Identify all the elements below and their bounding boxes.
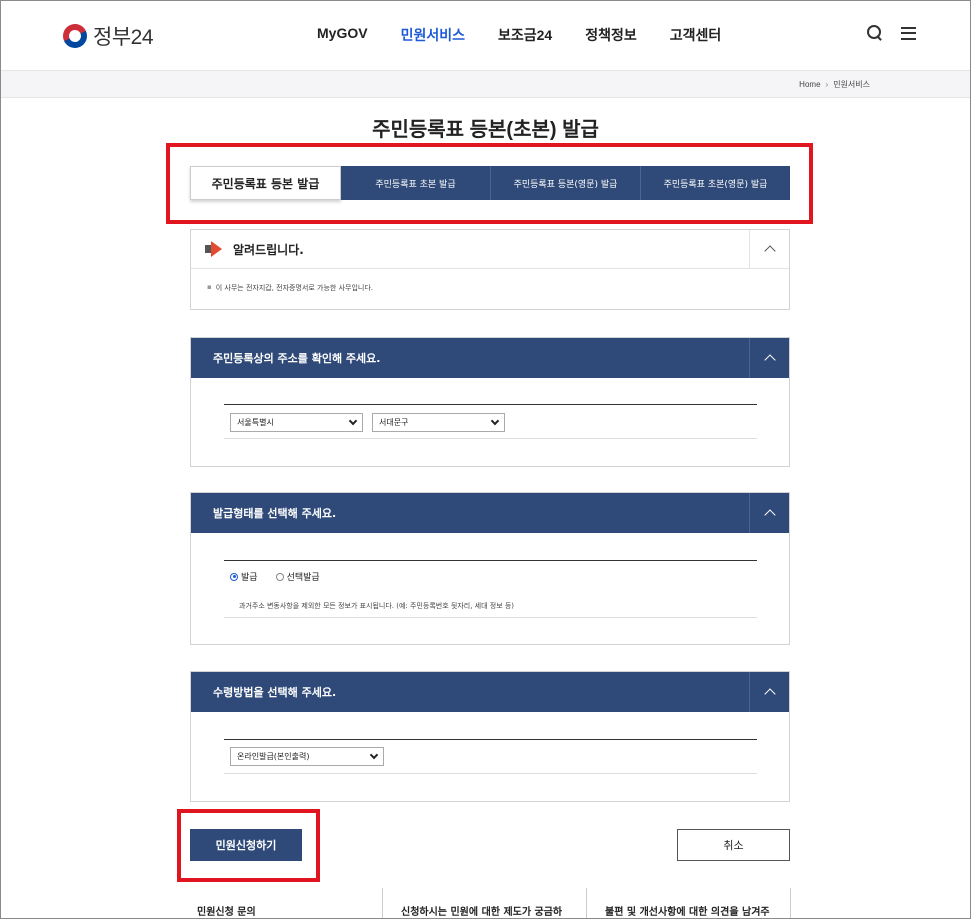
radio-selective-issue[interactable]: 선택발급 [275, 570, 320, 583]
notice-text: 이 사무는 전자지갑, 전자증명서로 가능한 사무입니다. [215, 284, 374, 292]
nav-civil-service[interactable]: 민원서비스 [401, 25, 465, 45]
notice-body: ▪ 이 사무는 전자지갑, 전자증명서로 가능한 사무입니다. [191, 269, 789, 293]
issue-type-description: 과거주소 변동사항을 제외한 모든 정보가 표시됩니다. (예: 주민등록번호 … [239, 602, 515, 610]
megaphone-icon [205, 241, 225, 257]
footer-system-info-link[interactable]: 신청하시는 민원에 대한 제도가 궁금하 [383, 888, 587, 918]
bullet-icon: ▪ [207, 283, 212, 291]
radio-unchecked-icon [275, 572, 284, 581]
radio-issue[interactable]: 발급 [230, 570, 258, 583]
issue-type-radio-group: 발급 선택발급 [230, 570, 320, 583]
cancel-button[interactable]: 취소 [677, 829, 790, 861]
notice-box: 알려드립니다. ▪ 이 사무는 전자지갑, 전자증명서로 가능한 사무입니다. [190, 229, 790, 310]
issue-type-section: 발급형태를 선택해 주세요. 발급 선택발급 과거주소 변동사항을 제외한 모든… [190, 492, 790, 645]
taegeuk-logo-icon [59, 20, 91, 52]
chevron-up-icon [763, 354, 776, 366]
district-select[interactable]: 서대문구 [372, 413, 505, 432]
tab-resident-abstract-english[interactable]: 주민등록표 초본(영문) 발급 [641, 166, 790, 200]
footer-links: 민원신청 문의 신청하시는 민원에 대한 제도가 궁금하 불편 및 개선사항에 … [179, 888, 791, 918]
breadcrumb: Home › 민원서비스 [799, 79, 870, 90]
main-nav: MyGOV 민원서비스 보조금24 정책정보 고객센터 [317, 25, 721, 45]
issue-type-section-title: 발급형태를 선택해 주세요. [213, 507, 337, 520]
chevron-down-icon [369, 750, 379, 760]
city-select-value: 서울특별시 [237, 418, 274, 427]
receive-method-section: 수령방법을 선택해 주세요. 온라인발급(본인출력) [190, 671, 790, 802]
footer-inquiry-link[interactable]: 민원신청 문의 [179, 888, 383, 918]
nav-policy[interactable]: 정책정보 [585, 25, 637, 45]
nav-customer-center[interactable]: 고객센터 [670, 25, 722, 45]
tab-resident-copy-english[interactable]: 주민등록표 등본(영문) 발급 [491, 166, 641, 200]
breadcrumb-home[interactable]: Home [799, 80, 820, 89]
address-section-title: 주민등록상의 주소를 확인해 주세요. [213, 352, 381, 365]
radio-checked-icon [230, 572, 238, 581]
issue-type-section-header: 발급형태를 선택해 주세요. [191, 493, 789, 533]
receive-method-select[interactable]: 온라인발급(본인출력) [230, 747, 384, 766]
receive-method-fields: 온라인발급(본인출력) [224, 739, 757, 774]
logo[interactable]: 정부24 [59, 20, 154, 52]
chevron-up-icon [763, 509, 776, 521]
header-actions [867, 25, 916, 41]
address-section: 주민등록상의 주소를 확인해 주세요. 서울특별시 서대문구 [190, 337, 790, 467]
global-header: 정부24 MyGOV 민원서비스 보조금24 정책정보 고객센터 [1, 1, 970, 70]
receive-method-value: 온라인발급(본인출력) [237, 752, 310, 761]
address-fields: 서울특별시 서대문구 [224, 404, 757, 439]
chevron-up-icon [763, 245, 776, 257]
nav-subsidy[interactable]: 보조금24 [498, 25, 552, 45]
breadcrumb-current[interactable]: 민원서비스 [833, 79, 870, 90]
menu-icon[interactable] [901, 26, 916, 40]
address-section-header: 주민등록상의 주소를 확인해 주세요. [191, 338, 789, 378]
tab-resident-abstract[interactable]: 주민등록표 초본 발급 [341, 166, 491, 200]
nav-mygov[interactable]: MyGOV [317, 25, 368, 45]
logo-text: 정부24 [93, 26, 154, 49]
notice-collapse-button[interactable] [749, 230, 789, 268]
receive-method-section-title: 수령방법을 선택해 주세요. [213, 686, 337, 699]
address-collapse-button[interactable] [749, 338, 789, 378]
receive-method-section-header: 수령방법을 선택해 주세요. [191, 672, 789, 712]
chevron-up-icon [763, 688, 776, 700]
document-tabs: 주민등록표 등본 발급 주민등록표 초본 발급 주민등록표 등본(영문) 발급 … [190, 166, 790, 200]
page-title: 주민등록표 등본(초본) 발급 [372, 119, 599, 141]
radio-issue-label: 발급 [241, 573, 258, 583]
radio-selective-issue-label: 선택발급 [286, 573, 320, 583]
tab-resident-copy[interactable]: 주민등록표 등본 발급 [190, 166, 341, 200]
issue-type-collapse-button[interactable] [749, 493, 789, 533]
notice-header: 알려드립니다. [191, 230, 789, 269]
search-icon[interactable] [867, 25, 883, 41]
district-select-value: 서대문구 [379, 418, 409, 427]
footer-feedback-link[interactable]: 불편 및 개선사항에 대한 의견을 남겨주 [587, 888, 791, 918]
issue-type-fields: 발급 선택발급 과거주소 변동사항을 제외한 모든 정보가 표시됩니다. (예:… [224, 560, 757, 618]
notice-title: 알려드립니다. [233, 242, 304, 257]
chevron-down-icon [490, 416, 500, 426]
chevron-down-icon [348, 416, 358, 426]
submit-application-button[interactable]: 민원신청하기 [190, 829, 302, 861]
chevron-right-icon: › [825, 80, 829, 89]
receive-method-collapse-button[interactable] [749, 672, 789, 712]
city-select[interactable]: 서울특별시 [230, 413, 363, 432]
breadcrumb-bar: Home › 민원서비스 [1, 70, 970, 98]
